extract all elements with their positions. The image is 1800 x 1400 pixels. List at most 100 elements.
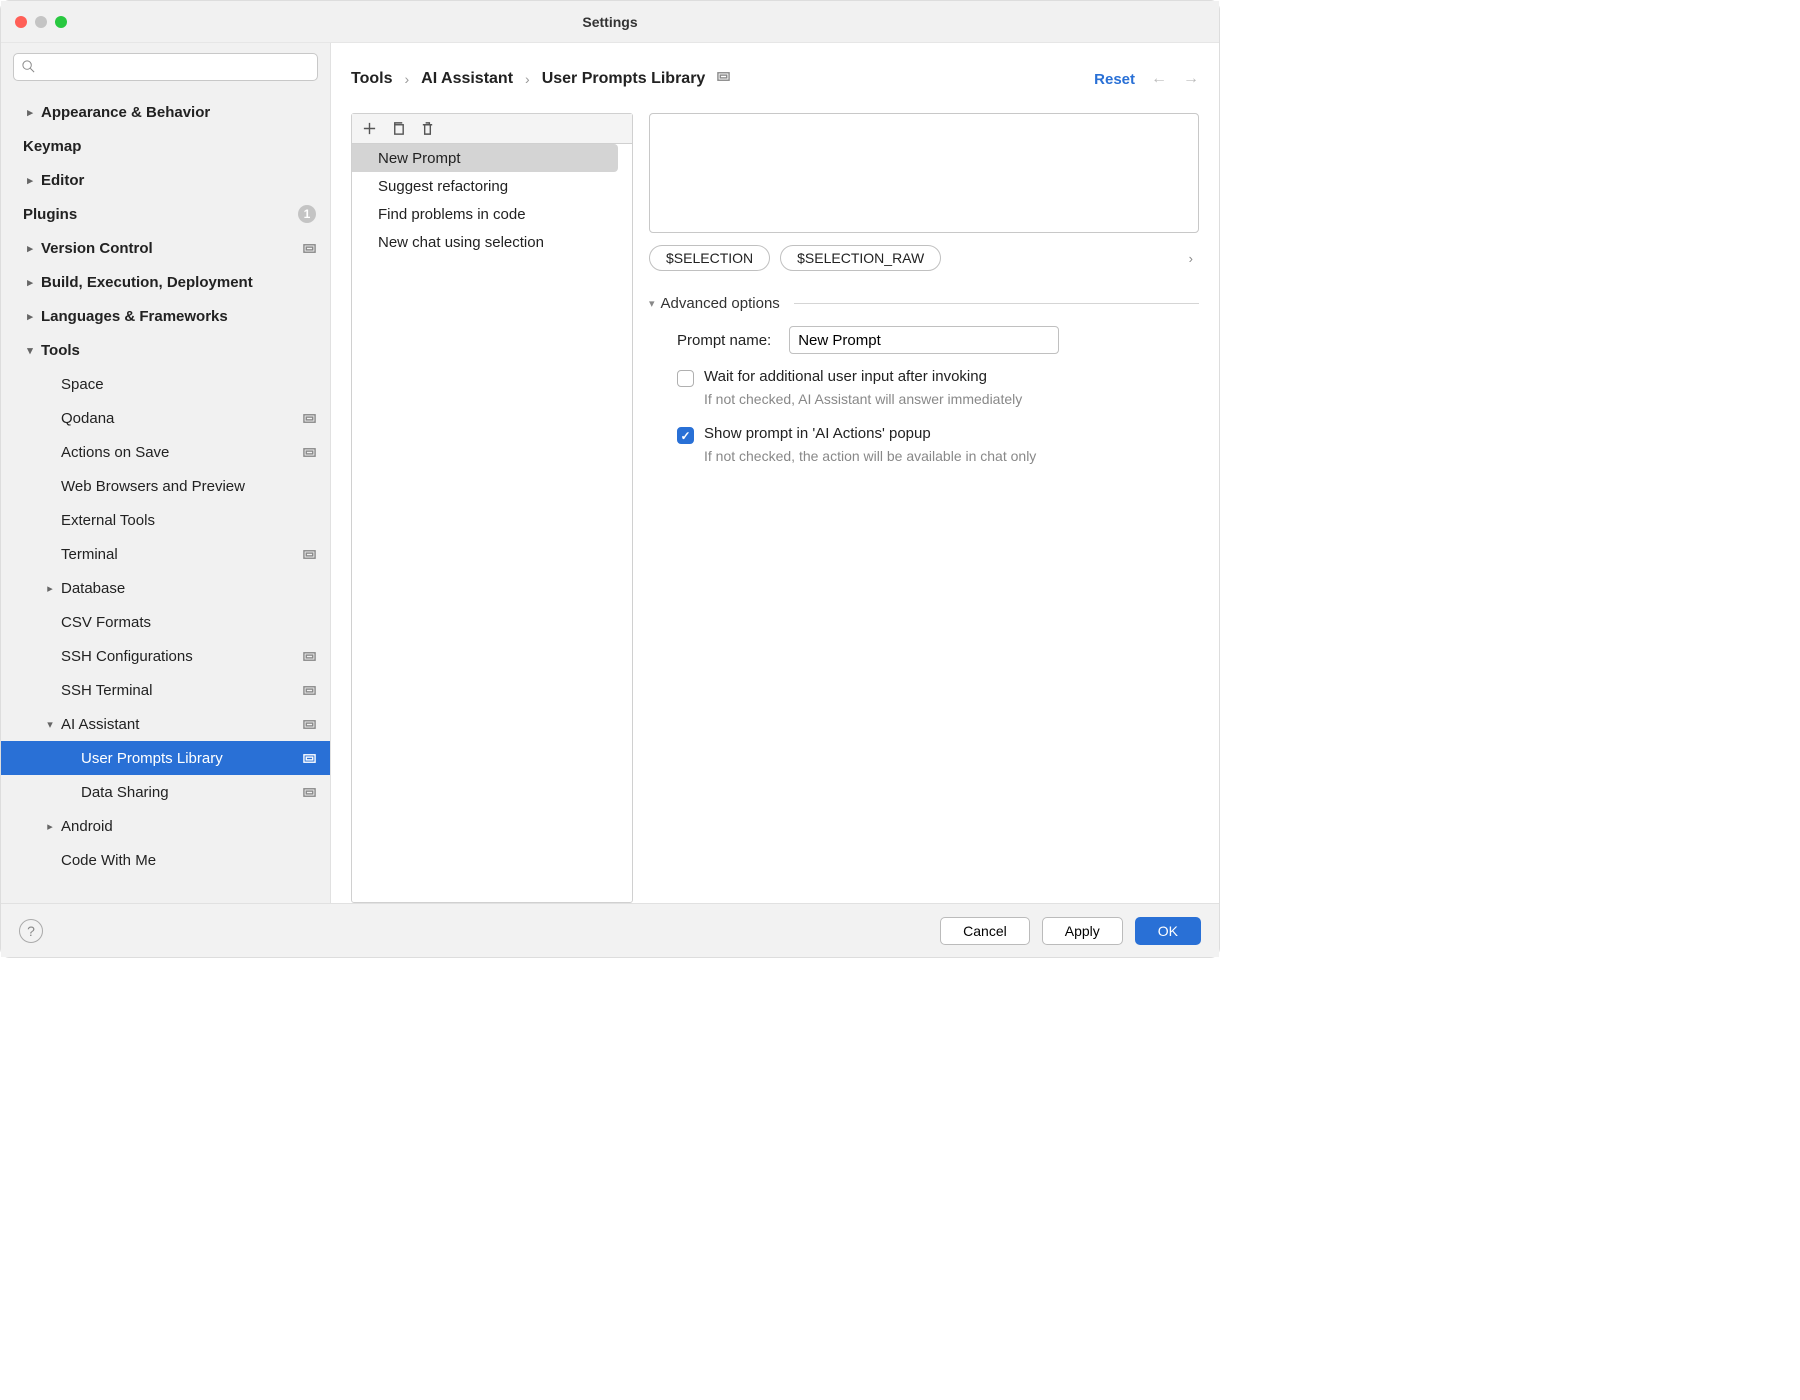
advanced-header[interactable]: ▾ Advanced options [649, 295, 1199, 312]
breadcrumb: Tools › AI Assistant › User Prompts Libr… [351, 70, 730, 88]
sidebar-item-keymap[interactable]: Keymap [1, 129, 330, 163]
prompt-item[interactable]: Suggest refactoring [352, 172, 632, 200]
sidebar-item-label: Editor [41, 172, 84, 189]
sidebar-item-android[interactable]: ▸ Android [1, 809, 330, 843]
selection-chip[interactable]: $SELECTION [649, 245, 770, 271]
sidebar-item-web-browsers-and-preview[interactable]: Web Browsers and Preview [1, 469, 330, 503]
project-scope-icon [303, 786, 316, 799]
minimize-window-button[interactable] [35, 16, 47, 28]
sidebar-item-version-control[interactable]: ▸Version Control [1, 231, 330, 265]
prompt-item[interactable]: New chat using selection [352, 228, 632, 256]
sidebar-item-actions-on-save[interactable]: Actions on Save [1, 435, 330, 469]
sidebar-item-user-prompts-library[interactable]: User Prompts Library [1, 741, 330, 775]
close-window-button[interactable] [15, 16, 27, 28]
sidebar-item-label: Keymap [23, 138, 81, 155]
prompt-list-panel: New PromptSuggest refactoringFind proble… [351, 113, 633, 903]
sidebar-item-label: Build, Execution, Deployment [41, 274, 253, 291]
breadcrumb-tools[interactable]: Tools [351, 70, 392, 88]
sidebar-item-ssh-terminal[interactable]: SSH Terminal [1, 673, 330, 707]
reset-button[interactable]: Reset [1094, 71, 1135, 88]
chevron-down-icon: ▾ [23, 344, 37, 357]
prompt-item[interactable]: New Prompt [352, 144, 618, 172]
delete-prompt-button[interactable] [420, 121, 435, 136]
advanced-title: Advanced options [661, 295, 780, 312]
project-scope-icon [303, 718, 316, 731]
main-panel: Tools › AI Assistant › User Prompts Libr… [331, 43, 1219, 903]
sidebar-item-label: Qodana [61, 410, 114, 427]
prompt-list: New PromptSuggest refactoringFind proble… [352, 144, 632, 902]
project-scope-icon [303, 684, 316, 697]
sidebar-item-label: SSH Configurations [61, 648, 193, 665]
search-icon [21, 59, 36, 74]
help-button[interactable]: ? [19, 919, 43, 943]
sidebar-item-label: Space [61, 376, 104, 393]
sidebar-item-database[interactable]: ▸ Database [1, 571, 330, 605]
sidebar-item-editor[interactable]: ▸ Editor [1, 163, 330, 197]
wait-input-label: Wait for additional user input after inv… [704, 368, 987, 385]
project-scope-icon [717, 70, 730, 88]
chevron-right-icon: ▸ [43, 582, 57, 595]
project-scope-icon [303, 548, 316, 561]
chevron-down-icon: ▾ [649, 297, 655, 310]
prompt-toolbar [352, 114, 632, 144]
sidebar-item-label: External Tools [61, 512, 155, 529]
nav-forward-button[interactable]: → [1183, 70, 1199, 88]
chevron-right-icon: ▸ [23, 310, 37, 323]
sidebar-item-qodana[interactable]: Qodana [1, 401, 330, 435]
settings-search-input[interactable] [13, 53, 318, 81]
apply-button[interactable]: Apply [1042, 917, 1123, 945]
ok-button[interactable]: OK [1135, 917, 1201, 945]
advanced-section: ▾ Advanced options Prompt name: Wait for… [649, 295, 1199, 482]
divider [794, 303, 1199, 304]
main-header: Tools › AI Assistant › User Prompts Libr… [351, 61, 1199, 97]
zoom-window-button[interactable] [55, 16, 67, 28]
sidebar-item-plugins[interactable]: Plugins1 [1, 197, 330, 231]
show-popup-checkbox[interactable] [677, 427, 694, 444]
add-prompt-button[interactable] [362, 121, 377, 136]
project-scope-icon [303, 446, 316, 459]
breadcrumb-ai-assistant[interactable]: AI Assistant [421, 70, 513, 88]
prompt-item[interactable]: Find problems in code [352, 200, 632, 228]
copy-prompt-button[interactable] [391, 121, 406, 136]
sidebar-item-external-tools[interactable]: External Tools [1, 503, 330, 537]
selection-raw-chip[interactable]: $SELECTION_RAW [780, 245, 941, 271]
project-scope-icon [303, 650, 316, 663]
sidebar-item-label: Languages & Frameworks [41, 308, 228, 325]
show-popup-label: Show prompt in 'AI Actions' popup [704, 425, 931, 442]
settings-sidebar: ▸Appearance & Behavior Keymap ▸ Editor Plugi… [1, 43, 331, 903]
sidebar-item-build-execution-deployment[interactable]: ▸Build, Execution, Deployment [1, 265, 330, 299]
sidebar-item-label: Actions on Save [61, 444, 169, 461]
sidebar-item-csv-formats[interactable]: CSV Formats [1, 605, 330, 639]
prompt-name-label: Prompt name: [677, 332, 771, 349]
wait-input-checkbox[interactable] [677, 370, 694, 387]
more-chips-button[interactable]: › [1189, 251, 1199, 266]
variable-chips: $SELECTION $SELECTION_RAW › [649, 245, 1199, 271]
sidebar-item-terminal[interactable]: Terminal [1, 537, 330, 571]
cancel-button[interactable]: Cancel [940, 917, 1030, 945]
sidebar-item-ssh-configurations[interactable]: SSH Configurations [1, 639, 330, 673]
chevron-down-icon: ▾ [43, 718, 57, 731]
sidebar-item-label: AI Assistant [61, 716, 139, 733]
sidebar-item-languages-frameworks[interactable]: ▸ Languages & Frameworks [1, 299, 330, 333]
sidebar-item-label: Plugins [23, 206, 77, 223]
window-title: Settings [582, 14, 637, 30]
sidebar-item-label: Database [61, 580, 125, 597]
prompt-name-input[interactable] [789, 326, 1059, 354]
chevron-right-icon: ▸ [23, 174, 37, 187]
traffic-lights [15, 16, 67, 28]
wait-input-hint: If not checked, AI Assistant will answer… [704, 391, 1199, 407]
sidebar-item-appearance-behavior[interactable]: ▸Appearance & Behavior [1, 95, 330, 129]
chevron-right-icon: ▸ [23, 106, 37, 119]
sidebar-item-label: Version Control [41, 240, 153, 257]
prompt-text-area[interactable] [649, 113, 1199, 233]
sidebar-item-space[interactable]: Space [1, 367, 330, 401]
sidebar-item-code-with-me[interactable]: Code With Me [1, 843, 330, 877]
sidebar-item-tools[interactable]: ▾Tools [1, 333, 330, 367]
sidebar-item-label: Android [61, 818, 113, 835]
nav-back-button[interactable]: ← [1151, 70, 1167, 88]
sidebar-item-label: Code With Me [61, 852, 156, 869]
chevron-right-icon: ▸ [43, 820, 57, 833]
sidebar-item-data-sharing[interactable]: Data Sharing [1, 775, 330, 809]
sidebar-item-ai-assistant[interactable]: ▾ AI Assistant [1, 707, 330, 741]
breadcrumb-user-prompts-library: User Prompts Library [542, 70, 706, 88]
